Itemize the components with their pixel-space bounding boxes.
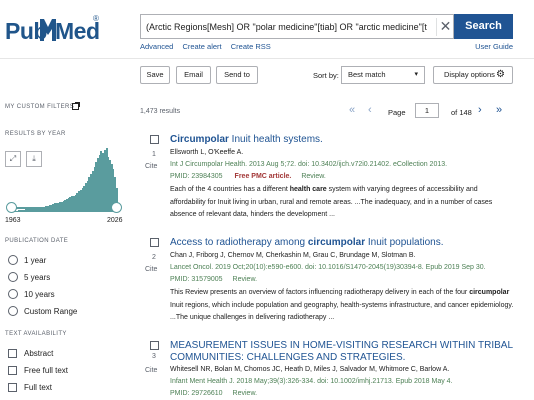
result-item: 1 Cite Circumpolar Inuit health systems.… bbox=[140, 134, 520, 224]
result-journal: Lancet Oncol. 2019 Oct;20(10):e590-e600.… bbox=[170, 264, 486, 271]
email-button[interactable]: Email bbox=[176, 66, 211, 84]
year-end-label: 2026 bbox=[107, 217, 123, 224]
advanced-link[interactable]: Advanced bbox=[140, 42, 173, 51]
result-checkbox[interactable] bbox=[150, 135, 159, 144]
result-pmid-line: PMID: 31579005 Review. bbox=[170, 276, 257, 283]
title-highlight: circumpolar bbox=[307, 237, 366, 248]
checkbox-full-text[interactable] bbox=[8, 383, 17, 392]
title-text: Inuit populations. bbox=[365, 237, 444, 248]
custom-filters-heading: MY CUSTOM FILTERS bbox=[5, 104, 75, 110]
page-label: Page bbox=[388, 108, 406, 117]
snippet-text: Each of the 4 countries has a different bbox=[170, 186, 290, 193]
result-journal: Infant Ment Health J. 2018 May;39(3):326… bbox=[170, 378, 453, 385]
result-number: 3 bbox=[152, 353, 156, 360]
result-checkbox[interactable] bbox=[150, 341, 159, 350]
result-checkbox[interactable] bbox=[150, 238, 159, 247]
search-input[interactable] bbox=[141, 21, 427, 32]
result-snippet: This Review presents an overview of fact… bbox=[170, 287, 515, 325]
display-options-label: Display options bbox=[444, 70, 495, 79]
result-title-link[interactable]: MEASUREMENT ISSUES IN HOME-VISITING RESE… bbox=[170, 340, 520, 364]
page-total: of 148 bbox=[451, 108, 472, 117]
display-options-button[interactable]: Display options ⚙ bbox=[433, 66, 513, 84]
review-tag: Review. bbox=[301, 173, 326, 180]
pubmed-logo[interactable]: Pub Med ® bbox=[5, 14, 100, 48]
first-page-icon[interactable]: « bbox=[349, 104, 355, 116]
user-guide-link[interactable]: User Guide bbox=[475, 42, 513, 51]
page-number-input[interactable]: 1 bbox=[415, 103, 439, 118]
result-number: 2 bbox=[152, 254, 156, 261]
clear-search-icon[interactable]: ✕ bbox=[436, 18, 454, 36]
result-number: 1 bbox=[152, 151, 156, 158]
result-authors: Chan J, Friborg J, Chernov M, Cherkashin… bbox=[170, 252, 416, 259]
result-item: 2 Cite Access to radiotherapy among circ… bbox=[140, 237, 520, 327]
result-pmid-line: PMID: 23984305 Free PMC article. Review. bbox=[170, 173, 326, 180]
chevron-down-icon: ▾ bbox=[414, 71, 418, 78]
sort-value: Best match bbox=[348, 70, 386, 79]
pmid: PMID: 31579005 bbox=[170, 276, 223, 283]
title-text: Access to radiotherapy among bbox=[170, 237, 308, 248]
year-slider-track bbox=[10, 207, 117, 209]
next-page-icon[interactable]: › bbox=[478, 104, 482, 116]
result-snippet: Each of the 4 countries has a different … bbox=[170, 184, 515, 222]
radio-10-years[interactable] bbox=[8, 289, 18, 299]
radio-1-year[interactable] bbox=[8, 255, 18, 265]
year-slider-end-handle[interactable] bbox=[111, 202, 122, 213]
result-authors: Ellsworth L, O'Keeffe A. bbox=[170, 149, 244, 156]
title-text: Inuit health systems. bbox=[228, 134, 323, 145]
sort-by-label: Sort by: bbox=[313, 71, 339, 80]
create-rss-link[interactable]: Create RSS bbox=[231, 42, 271, 51]
radio-label: 5 years bbox=[24, 273, 51, 282]
sort-select[interactable]: Best match ▾ bbox=[341, 66, 425, 84]
result-title-link[interactable]: Circumpolar Inuit health systems. bbox=[170, 134, 520, 146]
snippet-highlight: health care bbox=[289, 186, 327, 193]
year-start-label: 1963 bbox=[5, 217, 21, 224]
cite-button[interactable]: Cite bbox=[145, 367, 157, 374]
publication-date-heading: PUBLICATION DATE bbox=[5, 238, 69, 244]
cite-button[interactable]: Cite bbox=[145, 163, 157, 170]
results-by-year-heading: RESULTS BY YEAR bbox=[5, 131, 66, 137]
year-histogram bbox=[7, 140, 124, 212]
checkbox-label: Abstract bbox=[24, 349, 54, 358]
snippet-text: This Review presents an overview of fact… bbox=[170, 289, 470, 296]
create-alert-link[interactable]: Create alert bbox=[182, 42, 221, 51]
radio-5-years[interactable] bbox=[8, 272, 18, 282]
text-availability-heading: TEXT AVAILABILITY bbox=[5, 331, 67, 337]
save-button[interactable]: Save bbox=[140, 66, 170, 84]
results-count: 1,473 results bbox=[140, 108, 181, 115]
cite-button[interactable]: Cite bbox=[145, 266, 157, 273]
header-divider bbox=[0, 58, 534, 59]
radio-label: Custom Range bbox=[24, 307, 78, 316]
result-journal: Int J Circumpolar Health. 2013 Aug 5;72.… bbox=[170, 161, 448, 168]
result-pmid-line: PMID: 29726610 Review. bbox=[170, 390, 257, 397]
gear-icon: ⚙ bbox=[496, 69, 505, 80]
last-page-icon[interactable]: » bbox=[496, 104, 502, 116]
previous-page-icon[interactable]: ‹ bbox=[368, 104, 372, 116]
result-item: 3 Cite MEASUREMENT ISSUES IN HOME-VISITI… bbox=[140, 340, 520, 400]
checkbox-abstract[interactable] bbox=[8, 349, 17, 358]
external-link-icon[interactable] bbox=[72, 102, 80, 110]
search-sublinks: Advanced Create alert Create RSS bbox=[140, 42, 278, 51]
logo-registered-mark: ® bbox=[93, 14, 99, 23]
checkbox-label: Full text bbox=[24, 383, 53, 392]
checkbox-label: Free full text bbox=[24, 366, 69, 375]
review-tag: Review. bbox=[232, 276, 258, 283]
checkbox-free-full-text[interactable] bbox=[8, 366, 17, 375]
search-box: ✕ bbox=[140, 14, 454, 39]
year-slider-start-handle[interactable] bbox=[6, 202, 17, 213]
pmid: PMID: 23984305 bbox=[170, 173, 223, 180]
result-authors: Whitesell NR, Bolan M, Chomos JC, Heath … bbox=[170, 366, 450, 373]
send-to-button[interactable]: Send to bbox=[216, 66, 258, 84]
search-button[interactable]: Search bbox=[454, 14, 513, 39]
review-tag: Review. bbox=[232, 390, 258, 397]
result-title-link[interactable]: Access to radiotherapy among circumpolar… bbox=[170, 237, 520, 249]
radio-custom-range[interactable] bbox=[8, 306, 18, 316]
free-pmc-badge: Free PMC article. bbox=[234, 173, 292, 180]
pmid: PMID: 29726610 bbox=[170, 390, 223, 397]
title-highlight: Circumpolar bbox=[170, 134, 229, 145]
radio-label: 1 year bbox=[24, 256, 47, 265]
snippet-text: Inuit regions, which include population … bbox=[170, 301, 514, 322]
radio-label: 10 years bbox=[24, 290, 55, 299]
snippet-highlight: circumpolar bbox=[469, 289, 510, 296]
